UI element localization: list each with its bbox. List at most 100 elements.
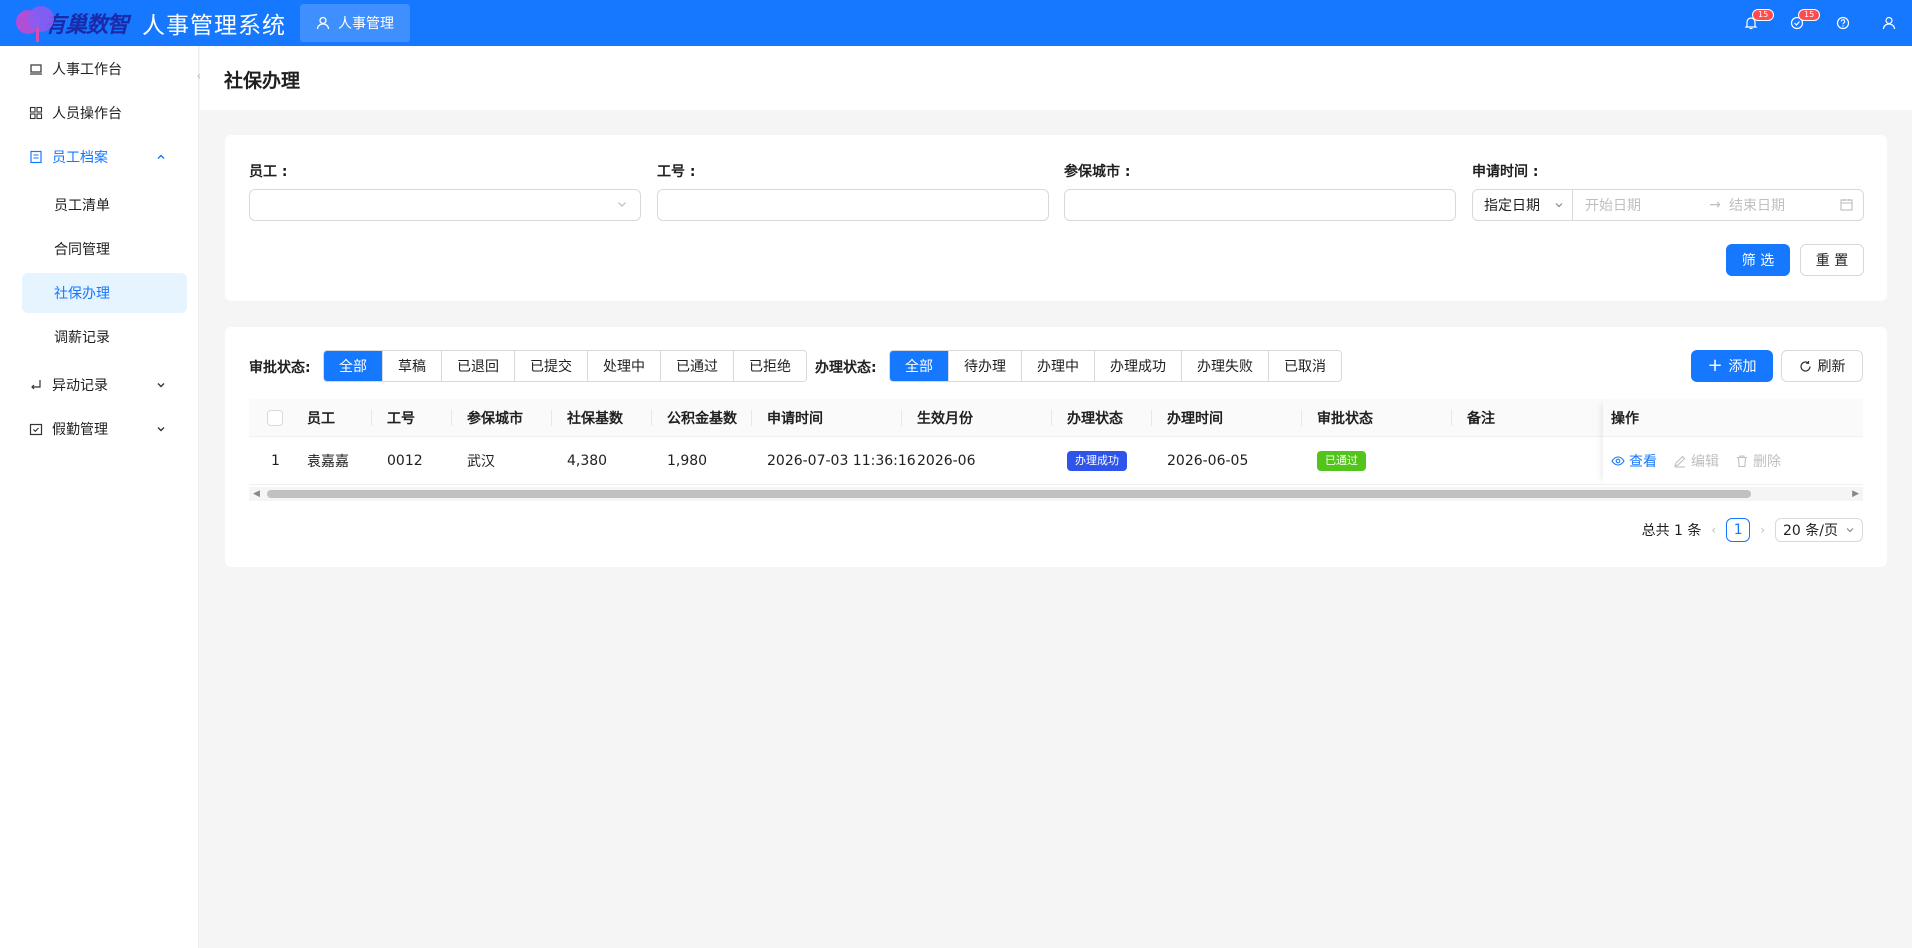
sidebar-item-employee-archive[interactable]: 员工档案 [22, 137, 187, 177]
filter-button-label: 筛 选 [1741, 253, 1775, 269]
col-process-status[interactable]: 办理状态 [1067, 408, 1123, 428]
end-date-input[interactable]: 结束日期 [1729, 195, 1785, 215]
help-button[interactable] [1820, 0, 1866, 46]
cell-process-time: 2026-06-05 [1167, 452, 1249, 469]
horizontal-scrollbar[interactable]: ◀ ▶ [249, 487, 1863, 501]
refresh-button-label: 刷新 [1817, 359, 1846, 375]
process-status-in-progress[interactable]: 办理中 [1022, 351, 1095, 381]
date-type-select[interactable]: 指定日期 [1473, 190, 1573, 220]
prev-page-icon[interactable]: ‹ [1711, 523, 1716, 537]
user-menu-button[interactable] [1866, 0, 1912, 46]
sidebar-item-salary-adjust[interactable]: 调薪记录 [22, 317, 187, 357]
col-fund-base[interactable]: 公积金基数 [667, 408, 737, 428]
process-status-tag: 办理成功 [1067, 450, 1127, 471]
module-tab-label: 人事管理 [338, 16, 395, 32]
notification-badge: 15 [1752, 9, 1775, 21]
employee-select[interactable] [249, 189, 641, 221]
profile-icon [28, 149, 44, 165]
process-status-pending[interactable]: 待办理 [949, 351, 1022, 381]
chevron-down-icon [153, 377, 169, 393]
top-bar: 有巢数智 人事管理系统 人事管理 15 15 [0, 0, 1912, 46]
cell-effective-month: 2026-06 [917, 452, 976, 469]
laptop-icon [28, 61, 44, 77]
col-remark[interactable]: 备注 [1467, 408, 1495, 428]
process-status-cancelled[interactable]: 已取消 [1269, 351, 1341, 381]
user-icon [316, 16, 330, 30]
col-social-base[interactable]: 社保基数 [567, 408, 623, 428]
sidebar-item-hr-workbench[interactable]: 人事工作台 [22, 49, 187, 89]
notification-button[interactable]: 15 [1728, 0, 1775, 46]
sidebar-item-social-security[interactable]: 社保办理 [22, 273, 187, 313]
col-approval-status[interactable]: 审批状态 [1317, 408, 1373, 428]
cell-employee-no: 0012 [387, 452, 423, 469]
approval-status-returned[interactable]: 已退回 [442, 351, 515, 381]
sidebar-item-label: 人事工作台 [52, 62, 122, 78]
filter-card: 员工 : 工号 : 参保城市 : 申请时间 : 指定日期 开始日期 → 结束日期… [225, 135, 1887, 301]
apply-time-label: 申请时间 : [1472, 164, 1539, 180]
approval-status-label: 审批状态: [249, 360, 311, 376]
approval-status-submitted[interactable]: 已提交 [515, 351, 588, 381]
sidebar-item-change-records[interactable]: 异动记录 [22, 365, 187, 405]
user-icon [1882, 16, 1896, 30]
employee-label: 员工 : [249, 164, 288, 180]
row-index: 1 [271, 452, 280, 469]
reset-button-label: 重 置 [1815, 253, 1849, 269]
date-type-value: 指定日期 [1484, 198, 1540, 214]
approval-status-rejected[interactable]: 已拒绝 [734, 351, 806, 381]
col-effective-month[interactable]: 生效月份 [917, 408, 973, 428]
arrow-right-icon: → [1709, 197, 1721, 213]
sidebar-item-employee-list[interactable]: 员工清单 [22, 185, 187, 225]
app-title: 人事管理系统 [142, 13, 287, 39]
logo-icon [14, 4, 58, 42]
pagination-total: 总共 1 条 [1641, 523, 1702, 539]
page-number[interactable]: 1 [1726, 518, 1751, 542]
calendar-icon[interactable] [1840, 198, 1853, 215]
select-all-checkbox[interactable] [267, 410, 283, 426]
add-button[interactable]: + 添加 [1691, 350, 1773, 382]
next-page-icon[interactable]: › [1760, 523, 1765, 537]
col-process-time[interactable]: 办理时间 [1167, 408, 1223, 428]
start-date-input[interactable]: 开始日期 [1585, 195, 1703, 215]
approval-status-approved[interactable]: 已通过 [661, 351, 734, 381]
city-input[interactable] [1064, 189, 1456, 221]
page-header: 社保办理 [200, 46, 1912, 110]
scroll-right-icon[interactable]: ▶ [1852, 489, 1859, 499]
filter-button[interactable]: 筛 选 [1726, 244, 1790, 276]
scrollbar-thumb[interactable] [267, 490, 1751, 498]
page-size-select[interactable]: 20 条/页 [1775, 518, 1863, 542]
approval-status-processing[interactable]: 处理中 [588, 351, 661, 381]
city-label: 参保城市 : [1064, 164, 1131, 180]
module-tab-hr[interactable]: 人事管理 [300, 4, 411, 42]
process-status-failed[interactable]: 办理失败 [1182, 351, 1269, 381]
sidebar-item-contracts[interactable]: 合同管理 [22, 229, 187, 269]
col-apply-time[interactable]: 申请时间 [767, 408, 823, 428]
enter-icon [28, 377, 44, 393]
approval-status-filter: 全部 草稿 已退回 已提交 处理中 已通过 已拒绝 [323, 350, 807, 382]
col-employee[interactable]: 员工 [307, 408, 335, 428]
sidebar-item-label: 合同管理 [54, 242, 110, 258]
task-badge: 15 [1798, 9, 1821, 21]
cell-city: 武汉 [467, 453, 495, 470]
calendar-check-icon [28, 421, 44, 437]
task-button[interactable]: 15 [1774, 0, 1821, 46]
sidebar-item-staff-console[interactable]: 人员操作台 [22, 93, 187, 133]
sidebar-item-attendance[interactable]: 假勤管理 [22, 409, 187, 449]
reset-button[interactable]: 重 置 [1800, 244, 1864, 276]
employee-no-label: 工号 : [657, 164, 696, 180]
process-status-success[interactable]: 办理成功 [1095, 351, 1182, 381]
sidebar-item-label: 员工清单 [54, 198, 110, 214]
scroll-left-icon[interactable]: ◀ [253, 489, 260, 499]
col-city[interactable]: 参保城市 [467, 408, 523, 428]
page-title: 社保办理 [224, 70, 301, 92]
process-status-all[interactable]: 全部 [890, 351, 949, 381]
approval-status-all[interactable]: 全部 [324, 351, 383, 381]
date-range-picker: 指定日期 开始日期 → 结束日期 [1472, 189, 1864, 221]
col-employee-no[interactable]: 工号 [387, 408, 415, 428]
approval-status-tag: 已通过 [1317, 450, 1366, 471]
chevron-up-icon [153, 149, 169, 165]
sidebar-item-label: 假勤管理 [52, 422, 108, 438]
refresh-button[interactable]: 刷新 [1781, 350, 1863, 382]
employee-no-input[interactable] [657, 189, 1049, 221]
cell-apply-time: 2026-07-03 11:36:16 [767, 452, 916, 469]
approval-status-draft[interactable]: 草稿 [383, 351, 442, 381]
